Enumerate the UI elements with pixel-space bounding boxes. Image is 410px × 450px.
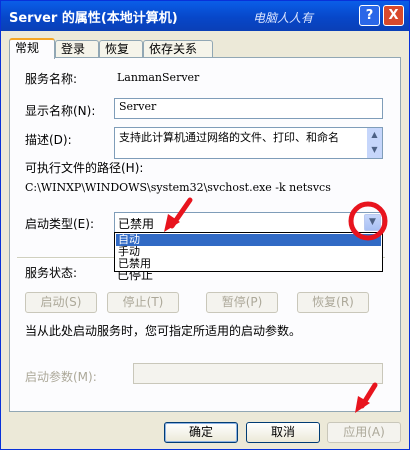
red-arrow-apply-icon [355,382,378,413]
red-arrow-icon [164,197,193,232]
annotation-overlay [164,197,388,413]
red-circle-icon [348,201,388,241]
